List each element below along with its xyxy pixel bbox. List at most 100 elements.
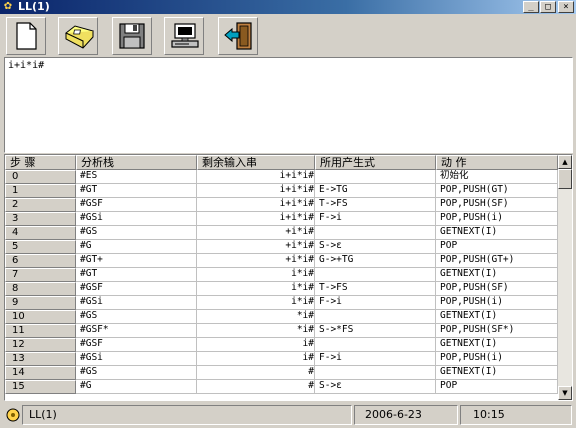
scroll-thumb[interactable] [558,169,572,189]
new-file-icon [16,22,37,50]
cell-production [315,268,436,282]
table-row[interactable]: 7 #GT i*i# GETNEXT(I) [5,268,558,282]
cell-production: G->+TG [315,254,436,268]
table-row[interactable]: 3 #GSi i+i*i# F->i POP,PUSH(i) [5,212,558,226]
cell-step: 2 [5,198,76,212]
new-file-button[interactable] [6,17,46,55]
cell-step: 15 [5,380,76,394]
cell-stack: #GSF [76,198,197,212]
table-row[interactable]: 11 #GSF* *i# S->*FS POP,PUSH(SF*) [5,324,558,338]
table-row[interactable]: 9 #GSi i*i# F->i POP,PUSH(i) [5,296,558,310]
cell-remaining-input: *i# [197,310,315,324]
column-header-remaining-input[interactable]: 剩余输入串 [197,155,315,170]
column-header-production[interactable]: 所用产生式 [315,155,436,170]
status-time: 10:15 [460,405,572,425]
status-date: 2006-6-23 [354,405,458,425]
open-file-button[interactable] [58,17,98,55]
cell-action: GETNEXT(I) [436,226,558,240]
cell-remaining-input: i+i*i# [197,184,315,198]
cell-step: 5 [5,240,76,254]
table-row[interactable]: 14 #GS # GETNEXT(I) [5,366,558,380]
cell-remaining-input: i*i# [197,282,315,296]
cell-stack: #ES [76,170,197,184]
computer-icon [171,23,199,48]
remaining-input-text: i# [302,352,314,363]
table-row[interactable]: 8 #GSF i*i# T->FS POP,PUSH(SF) [5,282,558,296]
cell-action: 初始化 [436,170,558,184]
close-button[interactable]: × [558,1,574,13]
cell-step: 7 [5,268,76,282]
cell-action: POP,PUSH(i) [436,296,558,310]
cell-action: POP,PUSH(SF) [436,282,558,296]
table-row[interactable]: 10 #GS *i# GETNEXT(I) [5,310,558,324]
table-row[interactable]: 6 #GT+ +i*i# G->+TG POP,PUSH(GT+) [5,254,558,268]
exit-door-icon [224,22,252,50]
open-file-icon [65,25,94,49]
table-row[interactable]: 5 #G +i*i# S->ε POP [5,240,558,254]
remaining-input-text: i+i*i# [279,198,314,209]
remaining-input-text: +i*i# [285,226,314,237]
cell-step: 8 [5,282,76,296]
remaining-input-text: # [308,380,314,391]
cell-step: 4 [5,226,76,240]
table-row[interactable]: 1 #GT i+i*i# E->TG POP,PUSH(GT) [5,184,558,198]
save-button[interactable] [112,17,152,55]
cell-remaining-input: i+i*i# [197,212,315,226]
cell-production [315,170,436,184]
maximize-button[interactable]: □ [540,1,556,13]
minimize-button[interactable]: _ [523,1,539,13]
cell-stack: #GS [76,310,197,324]
table-row[interactable]: 15 #G # S->ε POP [5,380,558,394]
cell-stack: #GSi [76,296,197,310]
scroll-up-button[interactable]: ▲ [558,155,572,169]
app-window: ✿ LL(1) _ □ × i+i*i# 步 骤 分析栈 剩余输入串 所用产生式… [0,0,576,428]
cell-production [315,310,436,324]
cell-stack: #GS [76,226,197,240]
input-text-area[interactable]: i+i*i# [4,57,573,153]
table-row[interactable]: 0 #ES i+i*i# 初始化 [5,170,558,184]
cell-stack: #GSF* [76,324,197,338]
vertical-scrollbar[interactable]: ▲ ▼ [558,155,572,400]
cell-action: POP [436,240,558,254]
cell-action: GETNEXT(I) [436,310,558,324]
analysis-table[interactable]: 步 骤 分析栈 剩余输入串 所用产生式 动 作 0 #ES i+i*i# 初始化 1 #G… [4,154,573,401]
cell-remaining-input: i+i*i# [197,198,315,212]
table-row[interactable]: 2 #GSF i+i*i# T->FS POP,PUSH(SF) [5,198,558,212]
cell-step: 12 [5,338,76,352]
cell-remaining-input: i+i*i# [197,170,315,184]
window-title: LL(1) [18,0,50,13]
cell-step: 13 [5,352,76,366]
cell-production: S->*FS [315,324,436,338]
status-app-name: LL(1) [22,405,352,425]
table-row[interactable]: 12 #GSF i# GETNEXT(I) [5,338,558,352]
cell-stack: #GT [76,184,197,198]
column-header-step[interactable]: 步 骤 [5,155,76,170]
remaining-input-text: i+i*i# [279,170,314,181]
remaining-input-text: *i# [296,310,314,321]
exit-button[interactable] [218,17,258,55]
remaining-input-text: +i*i# [285,240,314,251]
cell-stack: #GS [76,366,197,380]
cell-stack: #GSi [76,212,197,226]
cell-action: POP [436,380,558,394]
cell-action: GETNEXT(I) [436,268,558,282]
column-header-action[interactable]: 动 作 [436,155,558,170]
computer-button[interactable] [164,17,204,55]
cell-stack: #GSF [76,282,197,296]
table-row[interactable]: 13 #GSi i# F->i POP,PUSH(i) [5,352,558,366]
cell-stack: #GT+ [76,254,197,268]
remaining-input-text: +i*i# [285,254,314,265]
remaining-input-text: # [308,366,314,377]
scroll-down-button[interactable]: ▼ [558,386,572,400]
remaining-input-text: *i# [296,324,314,335]
column-header-stack[interactable]: 分析栈 [76,155,197,170]
cell-production: F->i [315,296,436,310]
remaining-input-text: i*i# [291,282,314,293]
cell-remaining-input: +i*i# [197,254,315,268]
cell-production: E->TG [315,184,436,198]
table-row[interactable]: 4 #GS +i*i# GETNEXT(I) [5,226,558,240]
title-bar[interactable]: ✿ LL(1) _ □ × [0,0,576,14]
cell-production [315,338,436,352]
cell-remaining-input: i*i# [197,296,315,310]
cell-remaining-input: +i*i# [197,226,315,240]
